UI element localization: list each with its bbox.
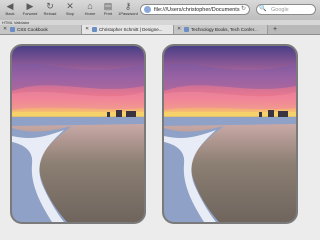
tab-css-cookbook[interactable]: ✕ CSS Cookbook — [0, 25, 82, 34]
beach-photo-left — [10, 44, 146, 224]
stop-button[interactable]: ✕ Stop — [60, 1, 80, 19]
back-button[interactable]: ◀ Back — [0, 1, 20, 19]
favicon-icon — [184, 27, 189, 32]
page-content — [0, 35, 320, 240]
tab-title: CSS Cookbook — [17, 27, 48, 32]
home-button[interactable]: ⌂ Home — [80, 1, 100, 19]
forward-button[interactable]: ▶ Forward — [20, 1, 40, 19]
globe-icon — [144, 6, 151, 13]
beach-sunset-image — [12, 46, 144, 222]
forward-button-label: Forward — [22, 11, 38, 16]
onepassword-button-label: 1Password — [118, 11, 138, 16]
search-placeholder: Google — [271, 7, 289, 13]
close-tab-icon[interactable]: ✕ — [85, 25, 89, 34]
beach-sunset-image — [164, 46, 296, 222]
home-button-label: Home — [84, 11, 96, 16]
stop-button-label: Stop — [65, 11, 75, 16]
forward-arrow-icon: ▶ — [26, 1, 34, 11]
back-arrow-icon: ◀ — [6, 1, 14, 11]
reload-icon: ↻ — [46, 1, 54, 11]
tab-christopher-schmitt[interactable]: ✕ Christopher Schmitt | Designe... — [82, 25, 174, 34]
search-input[interactable]: 🔍 Google — [256, 4, 316, 15]
print-button-label: Print — [103, 11, 113, 16]
new-tab-button[interactable]: + — [270, 25, 280, 34]
favicon-icon — [92, 27, 97, 32]
reload-button[interactable]: ↻ Reload — [40, 1, 60, 19]
reload-small-icon[interactable]: ↻ — [241, 5, 246, 14]
print-button[interactable]: ▤ Print — [98, 1, 118, 19]
key-icon: ⚷ — [124, 1, 132, 11]
tab-title: Christopher Schmitt | Designe... — [99, 27, 163, 32]
favicon-icon — [10, 27, 15, 32]
print-icon: ▤ — [103, 1, 113, 11]
address-bar[interactable]: file:///Users/christopher/Documents ↻ — [140, 4, 250, 15]
browser-toolbar: ◀ Back ▶ Forward ↻ Reload ✕ Stop ⌂ Home … — [0, 0, 320, 21]
address-bar-url: file:///Users/christopher/Documents — [154, 7, 240, 13]
stop-icon: ✕ — [66, 1, 74, 11]
tab-technology-books[interactable]: ✕ Technology Books, Tech Confer... — [174, 25, 268, 34]
home-icon: ⌂ — [87, 1, 93, 11]
beach-photo-right — [162, 44, 298, 224]
search-icon: 🔍 — [259, 6, 267, 12]
reload-button-label: Reload — [43, 11, 57, 16]
back-button-label: Back — [5, 11, 15, 16]
close-tab-icon[interactable]: ✕ — [3, 25, 7, 34]
close-tab-icon[interactable]: ✕ — [177, 25, 181, 34]
tab-title: Technology Books, Tech Confer... — [191, 27, 258, 32]
onepassword-button[interactable]: ⚷ 1Password — [117, 1, 139, 19]
